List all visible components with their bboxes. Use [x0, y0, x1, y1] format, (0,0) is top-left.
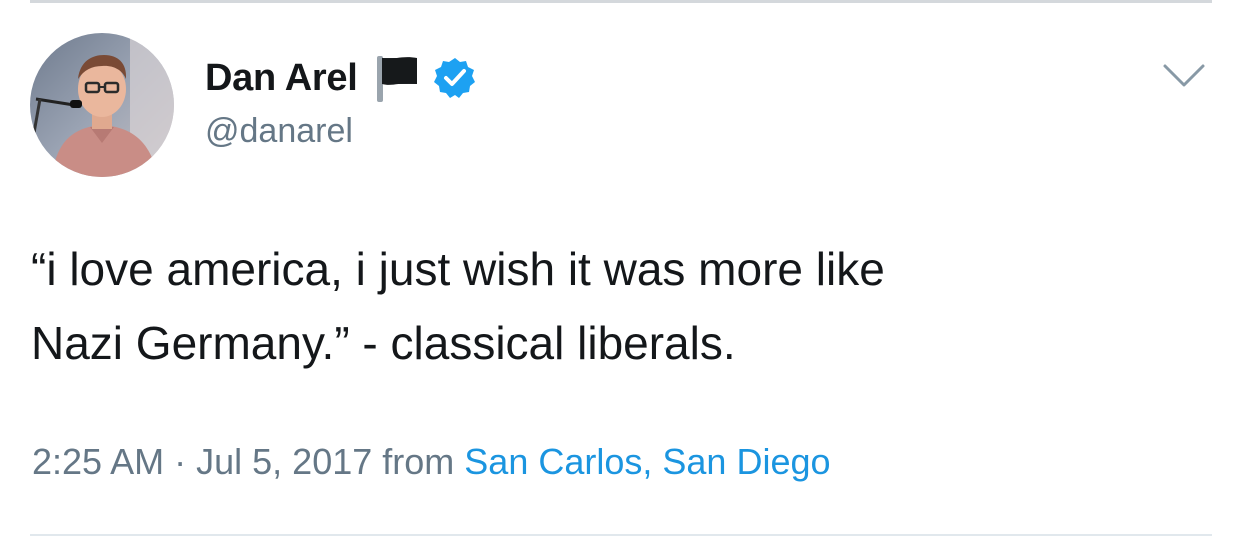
location-link[interactable]: San Carlos, San Diego — [464, 441, 830, 482]
avatar[interactable] — [30, 33, 174, 177]
author-handle[interactable]: @danarel — [205, 112, 353, 151]
tweet-text-line: “i love america, i just wish it was more… — [31, 243, 885, 295]
top-divider — [30, 0, 1212, 3]
tweet-text: “i love america, i just wish it was more… — [31, 232, 1181, 380]
tweet-time[interactable]: 2:25 AM — [32, 441, 164, 482]
black-flag-icon — [371, 52, 423, 104]
author-display-name[interactable]: Dan Arel — [205, 57, 358, 100]
bottom-divider — [30, 534, 1212, 536]
avatar-image — [30, 33, 174, 177]
chevron-down-icon — [1163, 64, 1205, 87]
meta-separator: · — [174, 441, 187, 482]
tweet-meta: 2:25 AM · Jul 5, 2017 from San Carlos, S… — [32, 441, 831, 483]
verified-badge-icon — [433, 56, 477, 100]
tweet-date[interactable]: Jul 5, 2017 — [196, 441, 372, 482]
from-label: from — [382, 441, 455, 482]
tweet-menu-button[interactable] — [1156, 56, 1212, 96]
author-name-row: Dan Arel — [205, 52, 477, 104]
tweet-text-line: Nazi Germany.” - classical liberals. — [31, 317, 736, 369]
